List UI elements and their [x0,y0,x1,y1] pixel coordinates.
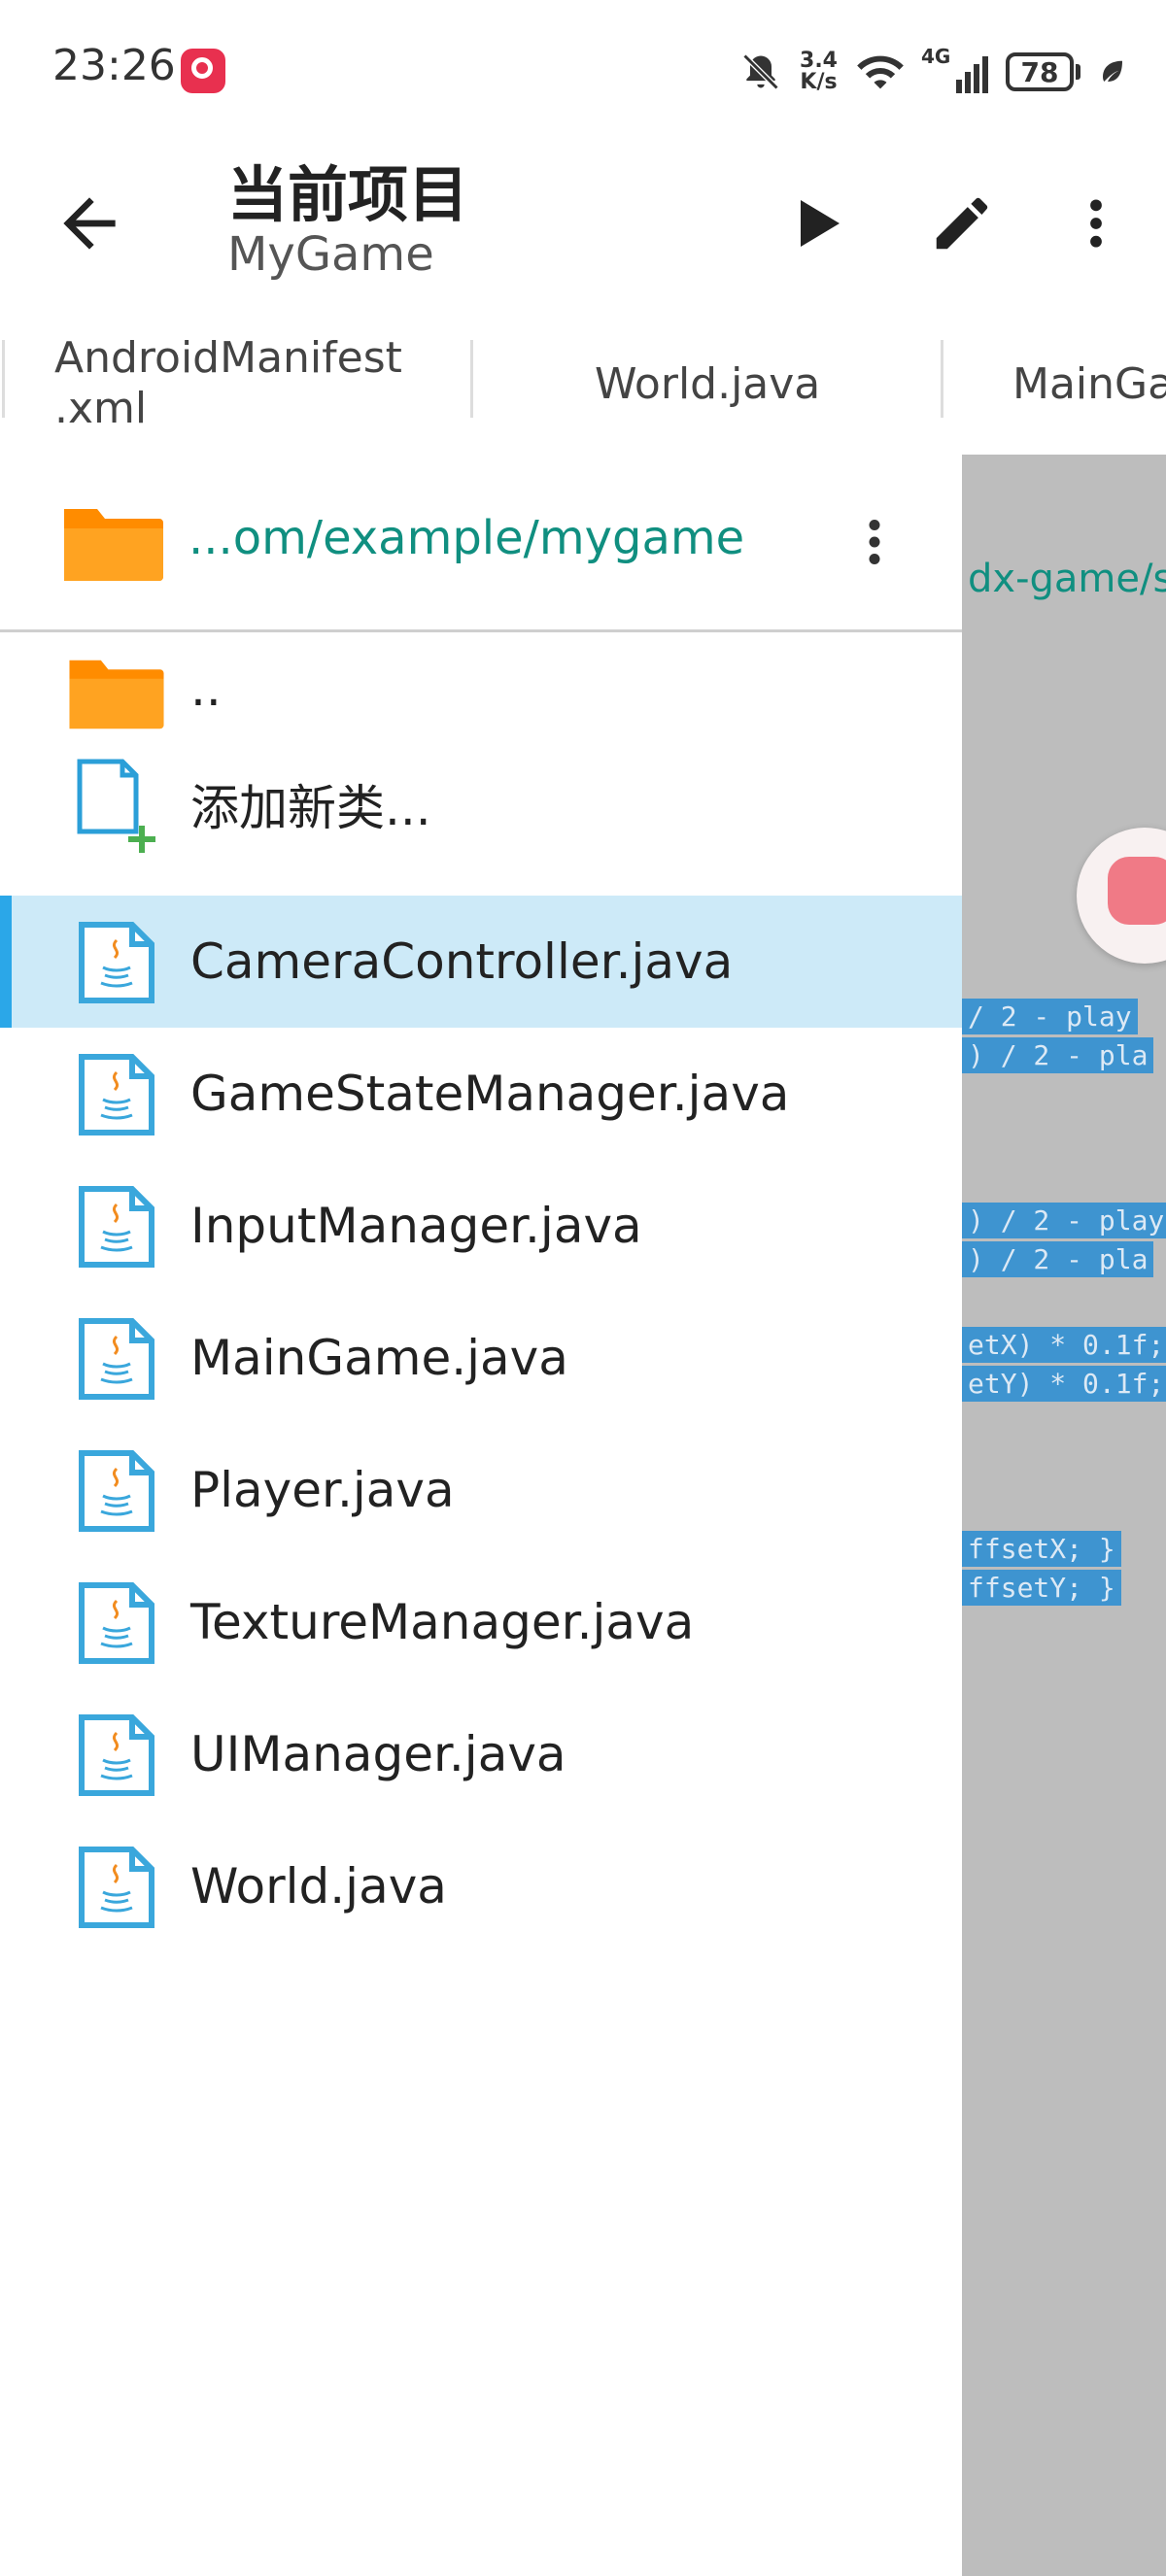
editor-path: dx-game/s [968,557,1166,601]
file-drawer: ...om/example/mygame .. 添加新类... CameraCo… [0,455,962,2576]
battery-icon: 78 [1006,52,1080,91]
back-button[interactable] [51,185,128,262]
java-file-icon [79,1847,154,1928]
drawer-header: ...om/example/mygame [0,455,962,632]
arrow-back-icon [63,197,116,250]
play-icon [801,200,840,247]
file-tabs: AndroidManifest .xml World.java MainGa [0,321,1166,447]
cellular-signal-icon: 4G [921,45,988,93]
code-line: ) / 2 - pla [962,1241,1154,1277]
status-icons: 3.4 K/s 4G 78 [739,45,1127,99]
file-name: Player.java [190,1462,455,1518]
run-button[interactable] [768,175,865,272]
file-name: World.java [190,1858,447,1915]
more-options-button[interactable] [1047,175,1145,272]
java-file-icon [79,1582,154,1664]
code-editor: dx-game/s / 2 - play ) / 2 - pla ) / 2 -… [962,455,1166,2576]
file-name: GameStateManager.java [190,1066,790,1122]
network-speed: 3.4 K/s [800,49,838,94]
file-item-world[interactable]: World.java [0,1820,962,1952]
code-line: / 2 - play [962,999,1138,1034]
code-line: etY) * 0.1f; [962,1366,1166,1402]
file-item-gamestatemanager[interactable]: GameStateManager.java [0,1028,962,1160]
drawer-more-button[interactable] [836,498,913,586]
leaf-icon [1103,60,1122,82]
wifi-icon [857,55,904,89]
code-line: ffsetY; } [962,1570,1121,1606]
edit-button[interactable] [913,175,1011,272]
add-new-class-item[interactable]: 添加新类... [0,746,962,863]
project-name: MyGame [227,227,434,282]
file-name: UIManager.java [190,1726,566,1782]
more-vert-icon [1090,199,1102,248]
file-name: CameraController.java [190,933,734,990]
more-vert-icon [869,520,880,564]
tab-maingame[interactable]: MainGa [1012,321,1166,447]
code-line: ffsetX; } [962,1531,1121,1567]
file-item-cameracontroller[interactable]: CameraController.java [0,896,962,1028]
file-name: MainGame.java [190,1330,568,1386]
list-item-label: 添加新类... [190,780,431,836]
file-item-uimanager[interactable]: UIManager.java [0,1688,962,1820]
java-file-icon [79,922,154,1003]
current-directory-path[interactable]: ...om/example/mygame [189,511,744,565]
code-line: etX) * 0.1f; [962,1327,1166,1363]
file-item-inputmanager[interactable]: InputManager.java [0,1160,962,1292]
list-item-label: .. [190,661,222,717]
app-notification-icon [181,49,225,93]
java-file-icon [79,1186,154,1268]
pencil-icon [936,197,988,250]
file-name: InputManager.java [190,1198,642,1254]
mute-bell-icon [742,53,779,90]
add-file-icon [77,759,155,853]
status-time: 23:26 [52,41,176,90]
floating-app-bubble[interactable] [1077,828,1166,964]
folder-icon [69,660,164,729]
tab-androidmanifest[interactable]: AndroidManifest .xml [54,321,402,447]
file-item-texturemanager[interactable]: TextureManager.java [0,1556,962,1688]
file-item-player[interactable]: Player.java [0,1424,962,1556]
tab-world-java[interactable]: World.java [595,321,820,447]
java-file-icon [79,1318,154,1400]
file-item-maingame[interactable]: MainGame.java [0,1292,962,1424]
folder-icon [64,509,163,581]
file-name: TextureManager.java [190,1594,695,1650]
app-bar: 当前项目 MyGame [0,146,1166,330]
code-line: ) / 2 - play [962,1203,1166,1238]
code-line: ) / 2 - pla [962,1037,1154,1073]
java-file-icon [79,1450,154,1532]
java-file-icon [79,1714,154,1796]
status-bar: 23:26 3.4 K/s 4G 78 [0,0,1166,146]
page-title: 当前项目 [227,159,469,230]
parent-directory-item[interactable]: .. [0,635,962,742]
java-file-icon [79,1054,154,1135]
